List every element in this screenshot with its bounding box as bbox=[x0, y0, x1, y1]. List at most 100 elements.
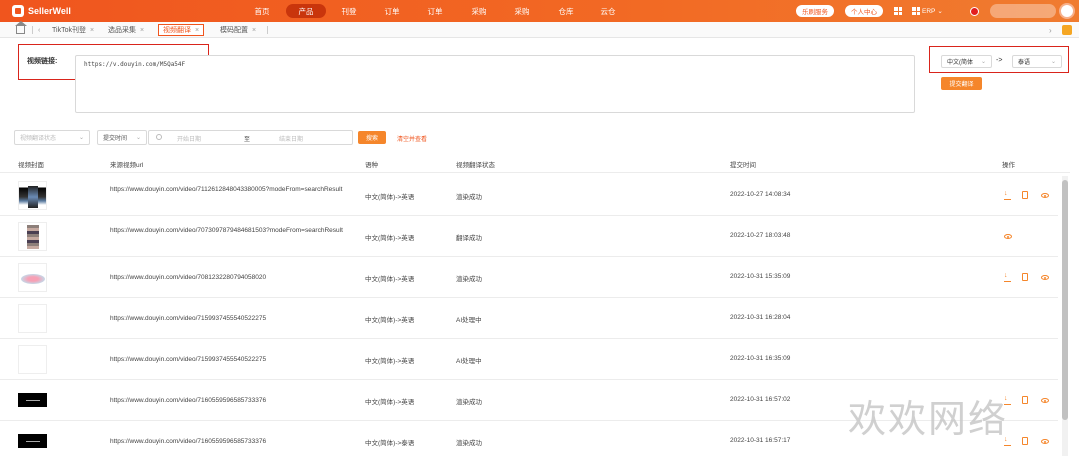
target-language-value: 泰语 bbox=[1018, 60, 1031, 66]
erp-menu[interactable]: ERP ⌄ bbox=[912, 6, 943, 16]
status-cell: AI处理中 bbox=[456, 317, 482, 324]
nav-item-orders[interactable]: 订单 bbox=[378, 4, 406, 18]
language-cell: 中文(简体)->英语 bbox=[365, 235, 415, 242]
close-icon[interactable]: × bbox=[252, 27, 256, 34]
video-cover-thumbnail[interactable] bbox=[18, 181, 47, 210]
source-url-cell: https://www.douyin.com/video/71605595965… bbox=[110, 438, 267, 445]
close-icon[interactable]: × bbox=[90, 27, 94, 34]
app-root: SellerWell 首页 产品 刊登 订单 订单 采购 采购 仓库 云仓 乐刷… bbox=[0, 0, 1079, 456]
date-range-separator: 至 bbox=[244, 137, 251, 143]
end-date-input[interactable]: 结束日期 bbox=[279, 134, 303, 143]
download-icon[interactable] bbox=[1004, 272, 1011, 282]
source-url-cell: https://www.douyin.com/video/70812322807… bbox=[110, 274, 267, 281]
document-icon[interactable] bbox=[1022, 396, 1028, 404]
divider bbox=[267, 26, 268, 34]
chevron-down-icon: ⌄ bbox=[135, 135, 141, 141]
tab-label: TikTok刊登 bbox=[52, 27, 86, 34]
table-row: https://www.douyin.com/video/70812322807… bbox=[0, 257, 1058, 298]
erp-label: ERP bbox=[922, 7, 936, 15]
tab-code-config[interactable]: 模码配置 × bbox=[220, 24, 256, 36]
video-cover-thumbnail[interactable] bbox=[18, 304, 47, 333]
video-cover-thumbnail[interactable] bbox=[18, 393, 47, 407]
document-icon[interactable] bbox=[1022, 273, 1028, 281]
tab-label: 选品采集 bbox=[108, 27, 136, 34]
scrollbar-thumb[interactable] bbox=[1062, 180, 1068, 420]
chevron-down-icon: ⌄ bbox=[78, 135, 84, 141]
service-pill[interactable]: 乐刷服务 bbox=[796, 5, 834, 17]
personal-center-pill[interactable]: 个人中心 bbox=[845, 5, 883, 17]
chevron-down-icon: ⌄ bbox=[1050, 59, 1056, 65]
video-cover-thumbnail[interactable] bbox=[18, 345, 47, 374]
tab-product-collect[interactable]: 选品采集 × bbox=[108, 24, 144, 36]
document-icon[interactable] bbox=[1022, 437, 1028, 445]
target-language-select[interactable]: 泰语 ⌄ bbox=[1012, 55, 1062, 68]
submit-time-cell: 2022-10-31 15:35:09 bbox=[730, 273, 791, 280]
submit-translate-button[interactable]: 提交翻译 bbox=[941, 77, 982, 90]
home-icon[interactable] bbox=[15, 21, 27, 34]
language-cell: 中文(简体)->英语 bbox=[365, 399, 415, 406]
eye-icon[interactable] bbox=[1041, 193, 1049, 198]
language-cell: 中文(简体)->英语 bbox=[365, 317, 415, 324]
nav-item-purchase[interactable]: 采购 bbox=[465, 4, 493, 18]
language-cell: 中文(简体)->英语 bbox=[365, 358, 415, 365]
nav-item-purchase-2[interactable]: 采购 bbox=[508, 4, 536, 18]
tab-tiktok-listing[interactable]: TikTok刊登 × bbox=[52, 24, 94, 36]
submit-time-cell: 2022-10-27 14:08:34 bbox=[730, 191, 791, 198]
watermark-text: 欢欢网络 bbox=[848, 397, 1009, 441]
status-filter-select[interactable]: 视频翻译状态 ⌄ bbox=[14, 130, 90, 145]
tab-label: 视频翻译 bbox=[163, 27, 191, 34]
brand-icon bbox=[12, 5, 24, 17]
date-range-picker[interactable]: 开始日期 至 结束日期 bbox=[148, 130, 353, 145]
eye-icon[interactable] bbox=[1004, 234, 1012, 239]
table-row: https://www.douyin.com/video/71126128480… bbox=[0, 175, 1058, 216]
video-cover-thumbnail[interactable] bbox=[18, 434, 47, 448]
time-filter-select[interactable]: 提交时间 ⌄ bbox=[97, 130, 147, 145]
nav-item-warehouse[interactable]: 仓库 bbox=[552, 4, 580, 18]
source-url-cell: https://www.douyin.com/video/71605595965… bbox=[110, 397, 267, 404]
eye-icon[interactable] bbox=[1041, 398, 1049, 403]
search-button[interactable]: 搜索 bbox=[358, 131, 386, 144]
start-date-input[interactable]: 开始日期 bbox=[177, 134, 201, 143]
tabs-right-arrow-icon[interactable]: › bbox=[1049, 26, 1052, 35]
status-dot-icon[interactable] bbox=[970, 6, 979, 16]
document-icon[interactable] bbox=[1022, 191, 1028, 199]
nav-item-home[interactable]: 首页 bbox=[248, 4, 276, 18]
chevron-down-icon: ⌄ bbox=[937, 8, 943, 15]
time-filter-label: 提交时间 bbox=[103, 136, 128, 142]
video-cover-thumbnail[interactable] bbox=[18, 222, 47, 251]
brand-logo[interactable]: SellerWell bbox=[12, 4, 71, 18]
nav-item-orders-2[interactable]: 订单 bbox=[421, 4, 449, 18]
status-cell: 渲染成功 bbox=[456, 399, 482, 406]
close-icon[interactable]: × bbox=[195, 27, 199, 34]
eye-icon[interactable] bbox=[1041, 275, 1049, 280]
red-dot bbox=[970, 6, 979, 16]
nav-item-product[interactable]: 产品 bbox=[286, 4, 326, 18]
download-icon[interactable] bbox=[1004, 190, 1011, 200]
status-cell: 翻译成功 bbox=[456, 235, 482, 242]
nav-item-cloud-warehouse[interactable]: 云仓 bbox=[594, 4, 622, 18]
status-cell: 渲染成功 bbox=[456, 440, 482, 447]
submit-time-cell: 2022-10-31 16:57:17 bbox=[730, 437, 791, 444]
language-cell: 中文(简体)->英语 bbox=[365, 276, 415, 283]
tabs-left-arrow-icon[interactable]: ‹ bbox=[38, 24, 40, 36]
chevron-down-icon: ⌄ bbox=[980, 59, 986, 65]
tabs-bar: ‹ TikTok刊登 × 选品采集 × 视频翻译 × 模码配置 × › bbox=[0, 21, 1079, 38]
tab-video-translate[interactable]: 视频翻译 × bbox=[158, 24, 205, 36]
column-header: 来源视频url bbox=[110, 162, 144, 169]
source-language-select[interactable]: 中文(简体 ⌄ bbox=[941, 55, 992, 68]
close-icon[interactable]: × bbox=[140, 27, 144, 34]
eye-icon[interactable] bbox=[1041, 439, 1049, 444]
apps-grid-icon[interactable] bbox=[894, 6, 902, 16]
column-header: 操作 bbox=[1002, 162, 1015, 169]
avatar[interactable] bbox=[1059, 3, 1075, 19]
source-url-cell: https://www.douyin.com/video/71126128480… bbox=[110, 186, 343, 193]
video-url-input[interactable]: https://v.douyin.com/M5Qa54F bbox=[75, 55, 915, 113]
clear-filters-link[interactable]: 清空并查看 bbox=[397, 134, 427, 143]
nav-item-listing[interactable]: 刊登 bbox=[335, 4, 363, 18]
video-cover-thumbnail[interactable] bbox=[18, 263, 47, 292]
submit-time-cell: 2022-10-31 16:57:02 bbox=[730, 396, 791, 403]
user-name-box[interactable] bbox=[990, 4, 1056, 18]
table-header: 视频封面 来源视频url 语种 视频翻译状态 提交时间 操作 bbox=[0, 153, 1070, 173]
erp-grid-icon bbox=[912, 7, 920, 15]
fullscreen-icon[interactable] bbox=[1062, 25, 1072, 35]
